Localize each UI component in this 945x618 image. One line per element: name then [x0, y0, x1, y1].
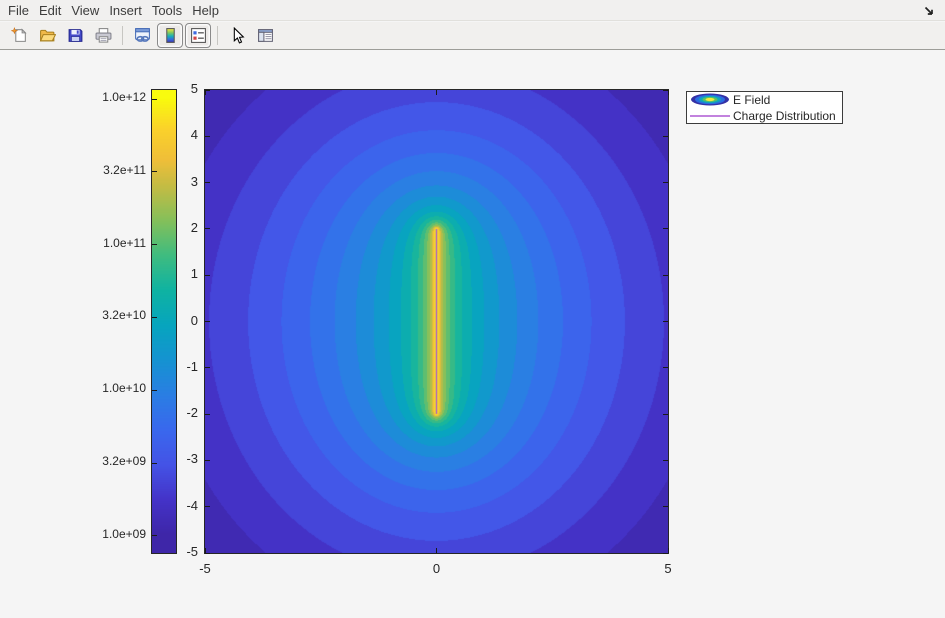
- menu-item-file[interactable]: File: [3, 3, 34, 18]
- efield-contour-plot[interactable]: [205, 90, 668, 553]
- y-tick-label: -3: [168, 451, 198, 467]
- property-inspector-button[interactable]: [252, 23, 278, 48]
- y-tick-mark: [663, 367, 668, 368]
- y-tick-mark: [205, 275, 210, 276]
- colorbar-tick-mark: [152, 317, 157, 318]
- y-tick-mark: [205, 321, 210, 322]
- line-swatch: [690, 114, 730, 118]
- x-tick-mark: [436, 548, 437, 553]
- plot-axes: [204, 89, 669, 554]
- menu-item-edit[interactable]: Edit: [34, 3, 66, 18]
- y-tick-label: -1: [168, 359, 198, 375]
- y-tick-label: 4: [168, 127, 198, 143]
- open-folder-icon: [39, 27, 56, 44]
- colorbar-icon: [162, 27, 179, 44]
- new-document-icon: [11, 27, 28, 44]
- property-inspector-icon: [257, 27, 274, 44]
- y-tick-label: 0: [168, 313, 198, 329]
- toolbar-separator: [122, 26, 123, 45]
- dock-arrow-icon: [923, 5, 935, 17]
- y-tick-label: 2: [168, 220, 198, 236]
- cursor-arrow-icon: [229, 27, 246, 44]
- y-tick-mark: [205, 182, 210, 183]
- y-tick-label: -5: [168, 544, 198, 560]
- y-tick-mark: [205, 460, 210, 461]
- legend-label-efield: E Field: [733, 93, 770, 107]
- save-floppy-icon: [67, 27, 84, 44]
- legend-entry-charge: Charge Distribution: [687, 108, 842, 123]
- y-tick-mark: [205, 367, 210, 368]
- matlab-figure-window: { "menubar": { "items": [ { "label": "Fi…: [0, 0, 945, 618]
- y-tick-label: 1: [168, 266, 198, 282]
- colorbar-tick-mark: [152, 99, 157, 100]
- legend[interactable]: E Field Charge Distribution: [686, 91, 843, 124]
- y-tick-mark: [205, 414, 210, 415]
- y-tick-mark: [663, 460, 668, 461]
- colorbar-tick-mark: [152, 171, 157, 172]
- insert-legend-button[interactable]: [185, 23, 211, 48]
- legend-icon: [190, 27, 207, 44]
- y-tick-mark: [663, 321, 668, 322]
- link-plot-icon: [134, 27, 151, 44]
- x-tick-mark: [205, 548, 206, 553]
- colorbar-tick-label: 1.0e+11: [84, 236, 146, 251]
- print-figure-button[interactable]: [90, 23, 116, 48]
- y-tick-mark: [663, 275, 668, 276]
- colorbar-tick-mark: [152, 463, 157, 464]
- link-plot-button[interactable]: [129, 23, 155, 48]
- x-tick-mark: [668, 548, 669, 553]
- y-tick-mark: [663, 228, 668, 229]
- colorbar-tick-label: 3.2e+09: [84, 454, 146, 469]
- y-tick-mark: [205, 228, 210, 229]
- y-tick-mark: [205, 553, 210, 554]
- printer-icon: [95, 27, 112, 44]
- x-tick-mark: [668, 90, 669, 95]
- y-tick-mark: [205, 136, 210, 137]
- colorbar-tick-label: 3.2e+11: [84, 163, 146, 178]
- x-tick-label: -5: [185, 561, 225, 577]
- colorbar-tick-label: 1.0e+12: [84, 90, 146, 105]
- figure-canvas: 1.0e+12 3.2e+11 1.0e+11 3.2e+10 1.0e+10 3.2e+…: [0, 50, 945, 618]
- x-tick-mark: [205, 90, 206, 95]
- menu-item-help[interactable]: Help: [187, 3, 224, 18]
- figure-toolbar: [0, 22, 945, 50]
- toolbar-separator: [217, 26, 218, 45]
- x-tick-mark: [436, 90, 437, 95]
- x-tick-label: 0: [417, 561, 457, 577]
- y-tick-label: -2: [168, 405, 198, 421]
- open-file-button[interactable]: [34, 23, 60, 48]
- y-tick-label: 5: [168, 81, 198, 97]
- menu-item-view[interactable]: View: [66, 3, 104, 18]
- colorbar-tick-label: 1.0e+09: [84, 527, 146, 542]
- insert-colorbar-button[interactable]: [157, 23, 183, 48]
- y-tick-label: 3: [168, 174, 198, 190]
- dock-figure-button[interactable]: [922, 4, 936, 18]
- y-tick-mark: [205, 506, 210, 507]
- menu-bar: File Edit View Insert Tools Help: [0, 0, 945, 21]
- y-tick-mark: [663, 182, 668, 183]
- colorbar-tick-mark: [152, 390, 157, 391]
- save-figure-button[interactable]: [62, 23, 88, 48]
- colorbar-tick-mark: [152, 244, 157, 245]
- colorbar-tick-label: 1.0e+10: [84, 381, 146, 396]
- edit-plot-button[interactable]: [224, 23, 250, 48]
- menu-item-tools[interactable]: Tools: [147, 3, 187, 18]
- y-tick-mark: [205, 90, 210, 91]
- y-tick-mark: [663, 414, 668, 415]
- colorbar-tick-mark: [152, 535, 157, 536]
- y-tick-mark: [663, 136, 668, 137]
- contour-patch-swatch: [690, 93, 730, 106]
- menu-item-insert[interactable]: Insert: [104, 3, 147, 18]
- new-figure-button[interactable]: [6, 23, 32, 48]
- x-tick-label: 5: [648, 561, 688, 577]
- y-tick-mark: [663, 506, 668, 507]
- legend-label-charge: Charge Distribution: [733, 109, 836, 123]
- legend-entry-efield: E Field: [687, 92, 842, 107]
- y-tick-label: -4: [168, 498, 198, 514]
- colorbar-tick-label: 3.2e+10: [84, 308, 146, 323]
